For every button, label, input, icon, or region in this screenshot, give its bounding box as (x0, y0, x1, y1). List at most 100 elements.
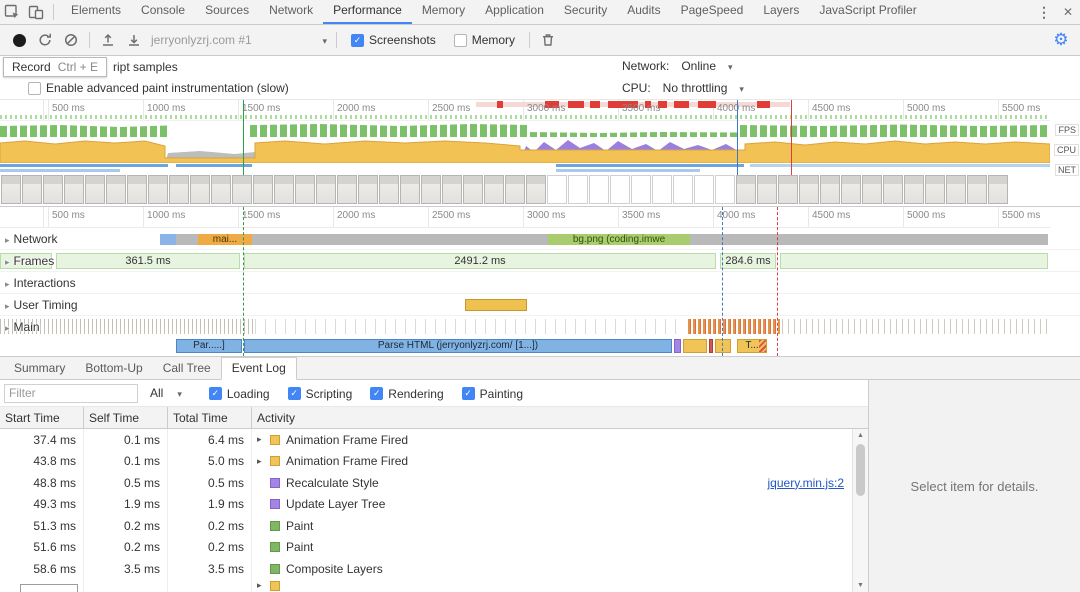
screenshot-thumbnail[interactable] (169, 175, 189, 204)
scroll-up-arrow-icon[interactable] (853, 429, 868, 442)
flame-chart-tracks[interactable]: 500 ms 1000 ms 1500 ms 2000 ms 2500 ms 3000 m… (0, 207, 1080, 356)
duration-filter-select[interactable]: All (150, 386, 182, 400)
screenshot-thumbnail[interactable] (43, 175, 63, 204)
flame-bar[interactable] (674, 339, 681, 353)
expand-arrow-icon[interactable] (257, 456, 270, 467)
event-log-row[interactable]: 58.6 ms 3.5 ms 3.5 ms Composite Layers (0, 558, 852, 580)
garbage-collect-icon[interactable] (535, 28, 561, 52)
filter-input[interactable] (4, 383, 138, 403)
tab-network[interactable]: Network (259, 0, 323, 24)
screenshot-thumbnail[interactable] (757, 175, 777, 204)
device-toolbar-icon[interactable] (24, 0, 48, 24)
screenshot-thumbnail[interactable] (85, 175, 105, 204)
frame-segment[interactable]: 284.6 ms (720, 253, 776, 269)
tab-security[interactable]: Security (554, 0, 617, 24)
screenshot-thumbnail[interactable] (253, 175, 273, 204)
flame-bar[interactable] (715, 339, 731, 353)
network-request-segment[interactable]: bg.png (coding.imwe (548, 234, 690, 245)
screenshot-thumbnail[interactable] (22, 175, 42, 204)
memory-checkbox[interactable]: Memory (453, 33, 515, 47)
network-request-segment[interactable] (252, 234, 548, 245)
screenshot-thumbnail[interactable] (148, 175, 168, 204)
recording-target-select[interactable]: jerryonlyzrj.com #1 (151, 33, 327, 47)
main-track[interactable]: Main Par.....]Parse HTML (jerryonlyzrj.c… (0, 316, 1080, 356)
network-request-segment[interactable] (160, 234, 176, 245)
expand-arrow-icon[interactable] (257, 434, 270, 445)
screenshot-thumbnail[interactable] (358, 175, 378, 204)
tab-memory[interactable]: Memory (412, 0, 475, 24)
screenshot-thumbnail[interactable] (64, 175, 84, 204)
screenshot-thumbnail[interactable] (442, 175, 462, 204)
screenshot-thumbnail[interactable] (568, 175, 588, 204)
cpu-throttling-select[interactable]: CPU: No throttling (622, 81, 744, 95)
tab-audits[interactable]: Audits (617, 0, 670, 24)
screenshot-thumbnail[interactable] (379, 175, 399, 204)
frames-track[interactable]: 361.5 ms2491.2 ms284.6 ms Frames (0, 250, 1080, 272)
screenshot-thumbnail[interactable] (694, 175, 714, 204)
record-button[interactable] (6, 28, 32, 52)
screenshot-thumbnail[interactable] (295, 175, 315, 204)
event-log-row[interactable]: 37.4 ms0.1 ms6.4 ms Animation Frame Fired (0, 429, 852, 451)
tab-call-tree[interactable]: Call Tree (153, 358, 221, 379)
screenshot-thumbnail[interactable] (526, 175, 546, 204)
screenshot-thumbnail[interactable] (631, 175, 651, 204)
screenshot-thumbnail[interactable] (316, 175, 336, 204)
load-profile-button[interactable] (95, 28, 121, 52)
screenshot-thumbnail[interactable] (610, 175, 630, 204)
screenshot-thumbnail[interactable] (106, 175, 126, 204)
screenshot-thumbnail[interactable] (547, 175, 567, 204)
screenshot-thumbnail[interactable] (799, 175, 819, 204)
flame-bar[interactable]: Par.....] (176, 339, 242, 353)
screenshots-checkbox[interactable]: Screenshots (351, 33, 436, 47)
screenshot-thumbnail[interactable] (946, 175, 966, 204)
tab-bottom-up[interactable]: Bottom-Up (75, 358, 152, 379)
event-log-scrollbar[interactable] (852, 429, 868, 592)
filter-checkbox-scripting[interactable]: Scripting (287, 387, 352, 401)
flame-bar[interactable] (683, 339, 707, 353)
screenshot-thumbnail[interactable] (400, 175, 420, 204)
save-profile-button[interactable] (121, 28, 147, 52)
screenshot-thumbnail[interactable] (925, 175, 945, 204)
event-log-row[interactable]: 48.8 ms 0.5 ms 0.5 ms Recalculate Style jque… (0, 472, 852, 494)
tab-console[interactable]: Console (131, 0, 195, 24)
screenshot-thumbnail[interactable] (988, 175, 1008, 204)
frame-segment[interactable] (780, 253, 1048, 269)
screenshot-thumbnail[interactable] (337, 175, 357, 204)
screenshot-thumbnail[interactable] (715, 175, 735, 204)
screenshot-thumbnail[interactable] (820, 175, 840, 204)
screenshot-thumbnail[interactable] (778, 175, 798, 204)
inspect-element-icon[interactable] (0, 0, 24, 24)
tab-sources[interactable]: Sources (195, 0, 259, 24)
advanced-paint-checkbox[interactable]: Enable advanced paint instrumentation (s… (28, 81, 289, 95)
flame-bar[interactable]: T... (737, 339, 767, 353)
screenshot-thumbnail[interactable] (967, 175, 987, 204)
tab-javascript-profiler[interactable]: JavaScript Profiler (809, 0, 926, 24)
tab-layers[interactable]: Layers (753, 0, 809, 24)
network-request-segment[interactable] (176, 234, 198, 245)
screenshot-thumbnail[interactable] (211, 175, 231, 204)
flame-bar[interactable]: Parse HTML (jerryonlyzrj.com/ [1...]) (244, 339, 672, 353)
scrollbar-thumb[interactable] (856, 444, 865, 496)
disclosure-arrow-icon[interactable] (5, 254, 14, 268)
event-log-row[interactable]: 51.3 ms 0.2 ms 0.2 ms Paint (0, 515, 852, 537)
screenshot-thumbnail[interactable] (127, 175, 147, 204)
event-log-row[interactable]: 43.8 ms0.1 ms5.0 ms Animation Frame Fired (0, 450, 852, 472)
source-link[interactable]: jquery.min.js:2 (768, 476, 844, 490)
more-options-icon[interactable] (1032, 0, 1056, 24)
user-timing-measure[interactable] (465, 299, 527, 311)
screenshot-thumbnail[interactable] (589, 175, 609, 204)
screenshot-thumbnail[interactable] (190, 175, 210, 204)
screenshot-thumbnail[interactable] (463, 175, 483, 204)
column-start-time[interactable]: Start Time (0, 407, 84, 428)
screenshot-thumbnail[interactable] (652, 175, 672, 204)
screenshot-thumbnail[interactable] (274, 175, 294, 204)
column-activity[interactable]: Activity (252, 407, 868, 428)
screenshot-thumbnail[interactable] (484, 175, 504, 204)
disclosure-arrow-icon[interactable] (5, 320, 14, 334)
network-request-segment[interactable] (690, 234, 1048, 245)
screenshot-thumbnail[interactable] (736, 175, 756, 204)
tab-summary[interactable]: Summary (4, 358, 75, 379)
filter-checkbox-loading[interactable]: Loading (208, 387, 270, 401)
screenshot-thumbnail[interactable] (673, 175, 693, 204)
interactions-track[interactable]: Interactions (0, 272, 1080, 294)
